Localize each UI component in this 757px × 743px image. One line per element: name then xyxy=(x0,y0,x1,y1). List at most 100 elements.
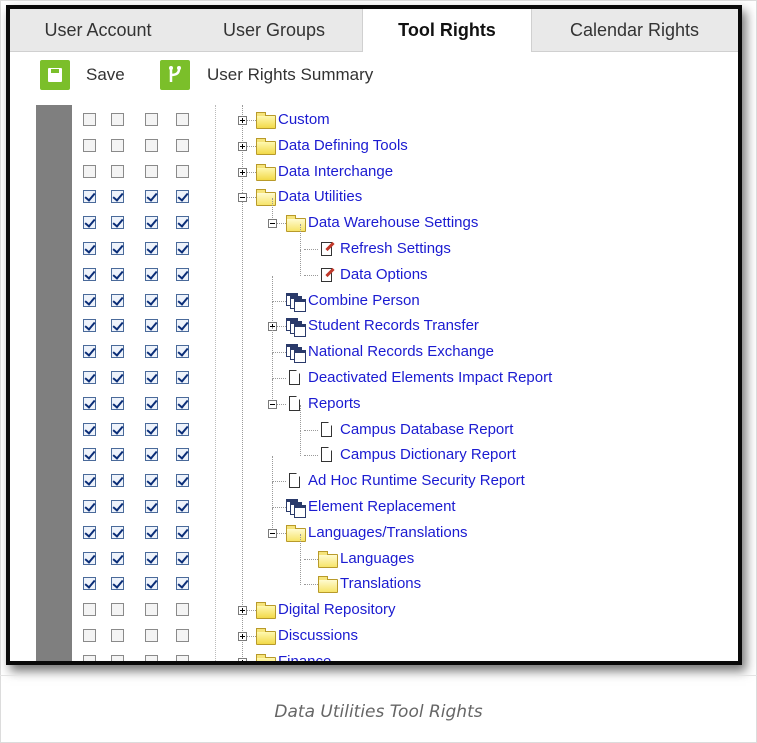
rights-checkbox[interactable] xyxy=(83,422,96,436)
rights-checkbox[interactable] xyxy=(176,190,189,204)
rights-checkbox[interactable] xyxy=(83,525,96,539)
rights-checkbox[interactable] xyxy=(176,216,189,230)
rights-checkbox[interactable] xyxy=(111,242,124,255)
rights-checkbox[interactable] xyxy=(176,113,189,126)
rights-checkbox[interactable] xyxy=(145,629,158,642)
rights-checkbox[interactable] xyxy=(176,474,189,488)
tab-user-groups[interactable]: User Groups xyxy=(186,9,362,51)
rights-checkbox[interactable] xyxy=(111,500,124,513)
rights-checkbox[interactable] xyxy=(176,603,189,617)
rights-checkbox[interactable] xyxy=(111,371,124,384)
rights-checkbox[interactable] xyxy=(176,267,189,281)
rights-checkbox[interactable] xyxy=(176,525,189,539)
rights-checkbox[interactable] xyxy=(111,345,124,359)
collapse-icon[interactable] xyxy=(268,219,277,229)
tree-item-label[interactable]: Deactivated Elements Impact Report xyxy=(308,369,552,386)
rights-checkbox[interactable] xyxy=(83,654,96,661)
tree-item-label[interactable]: Data Options xyxy=(340,266,428,283)
expand-icon[interactable] xyxy=(238,632,247,641)
tree-item-label[interactable]: Translations xyxy=(340,575,421,592)
expand-icon[interactable] xyxy=(238,116,247,125)
rights-checkbox[interactable] xyxy=(83,474,96,488)
rights-checkbox[interactable] xyxy=(111,654,124,661)
expand-icon[interactable] xyxy=(238,606,247,616)
rights-checkbox[interactable] xyxy=(83,500,96,513)
rights-checkbox[interactable] xyxy=(83,603,96,617)
rights-checkbox[interactable] xyxy=(176,654,189,661)
rights-checkbox[interactable] xyxy=(111,422,124,436)
expand-icon[interactable] xyxy=(238,657,247,661)
rights-checkbox[interactable] xyxy=(111,474,124,488)
rights-checkbox[interactable] xyxy=(145,525,158,539)
tab-tool-rights[interactable]: Tool Rights xyxy=(362,9,532,52)
rights-checkbox[interactable] xyxy=(111,216,124,230)
rights-checkbox[interactable] xyxy=(145,113,158,126)
tree-item-label[interactable]: Student Records Transfer xyxy=(308,317,479,334)
rights-checkbox[interactable] xyxy=(145,293,158,307)
tree-item-label[interactable]: Data Utilities xyxy=(278,188,362,205)
rights-checkbox[interactable] xyxy=(111,267,124,281)
tab-user-account[interactable]: User Account xyxy=(10,9,186,51)
rights-checkbox[interactable] xyxy=(145,164,158,178)
rights-checkbox[interactable] xyxy=(176,500,189,513)
tree-item-label[interactable]: Combine Person xyxy=(308,292,420,309)
rights-checkbox[interactable] xyxy=(83,448,96,462)
rights-checkbox[interactable] xyxy=(111,113,124,126)
tree-item-label[interactable]: National Records Exchange xyxy=(308,343,494,360)
rights-checkbox[interactable] xyxy=(145,345,158,359)
tree-item-label[interactable]: Data Defining Tools xyxy=(278,137,408,154)
expand-icon[interactable] xyxy=(238,167,247,177)
rights-checkbox[interactable] xyxy=(111,190,124,204)
rights-checkbox[interactable] xyxy=(176,396,189,410)
save-icon[interactable] xyxy=(40,60,70,90)
rights-checkbox[interactable] xyxy=(111,319,124,333)
rights-checkbox[interactable] xyxy=(83,371,96,384)
rights-checkbox[interactable] xyxy=(111,293,124,307)
tree-item-label[interactable]: Digital Repository xyxy=(278,601,396,618)
rights-checkbox[interactable] xyxy=(176,371,189,384)
rights-checkbox[interactable] xyxy=(145,216,158,230)
rights-checkbox[interactable] xyxy=(145,422,158,436)
tree-item-label[interactable]: Languages/Translations xyxy=(308,524,468,541)
tree-item-label[interactable]: Campus Database Report xyxy=(340,421,513,438)
rights-checkbox[interactable] xyxy=(145,551,158,565)
tree-item-label[interactable]: Data Warehouse Settings xyxy=(308,214,478,231)
tree-item-label[interactable]: Discussions xyxy=(278,627,358,644)
tree-item-label[interactable]: Data Interchange xyxy=(278,163,393,180)
rights-checkbox[interactable] xyxy=(83,113,96,126)
rights-checkbox[interactable] xyxy=(111,551,124,565)
rights-checkbox[interactable] xyxy=(83,164,96,178)
collapse-icon[interactable] xyxy=(268,399,277,409)
tab-calendar-rights[interactable]: Calendar Rights xyxy=(531,9,738,51)
rights-checkbox[interactable] xyxy=(145,448,158,462)
tree-item-label[interactable]: Campus Dictionary Report xyxy=(340,446,516,463)
rights-checkbox[interactable] xyxy=(83,190,96,204)
rights-checkbox[interactable] xyxy=(83,138,96,152)
branch-icon[interactable] xyxy=(160,60,190,90)
rights-checkbox[interactable] xyxy=(145,242,158,255)
rights-checkbox[interactable] xyxy=(145,190,158,204)
rights-checkbox[interactable] xyxy=(176,577,189,591)
user-rights-summary-button[interactable]: User Rights Summary xyxy=(207,65,373,85)
rights-checkbox[interactable] xyxy=(111,164,124,178)
rights-checkbox[interactable] xyxy=(176,422,189,436)
expand-icon[interactable] xyxy=(238,141,247,151)
rights-checkbox[interactable] xyxy=(145,319,158,333)
rights-checkbox[interactable] xyxy=(83,577,96,591)
rights-checkbox[interactable] xyxy=(145,267,158,281)
rights-checkbox[interactable] xyxy=(145,396,158,410)
rights-checkbox[interactable] xyxy=(83,551,96,565)
rights-checkbox[interactable] xyxy=(145,371,158,384)
rights-checkbox[interactable] xyxy=(83,345,96,359)
rights-checkbox[interactable] xyxy=(145,603,158,617)
rights-checkbox[interactable] xyxy=(83,293,96,307)
rights-checkbox[interactable] xyxy=(111,525,124,539)
rights-checkbox[interactable] xyxy=(176,319,189,333)
rights-checkbox[interactable] xyxy=(176,551,189,565)
rights-checkbox[interactable] xyxy=(83,267,96,281)
collapse-icon[interactable] xyxy=(268,528,277,538)
rights-checkbox[interactable] xyxy=(176,629,189,642)
rights-checkbox[interactable] xyxy=(176,345,189,359)
rights-checkbox[interactable] xyxy=(176,164,189,178)
rights-checkbox[interactable] xyxy=(111,138,124,152)
